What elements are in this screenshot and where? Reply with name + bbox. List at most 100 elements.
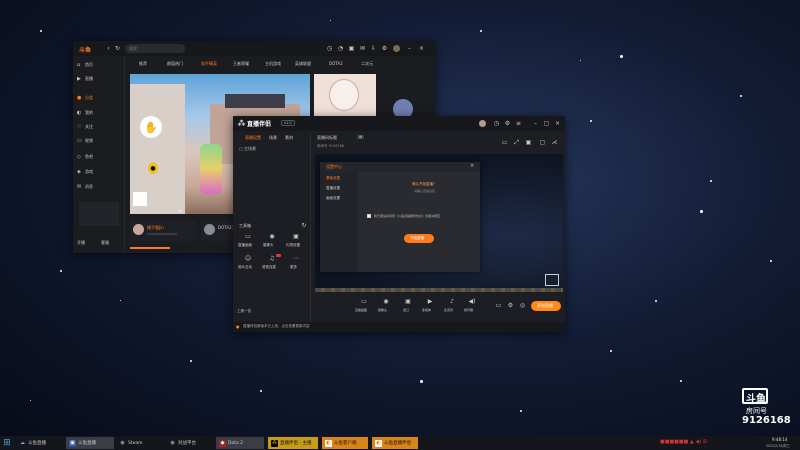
taskbar-app[interactable]: ☁ 斗鱼直播 — [16, 437, 62, 449]
tab[interactable]: 英雄联盟 — [295, 61, 311, 67]
menu-icon[interactable]: ≡ — [515, 120, 522, 127]
taskbar-app[interactable]: ◉ 对战平台 — [166, 437, 214, 449]
dialog-nav-item[interactable]: 基础设置 — [326, 176, 340, 181]
gear-icon[interactable]: ⚙ — [504, 120, 511, 127]
dialog-close-icon[interactable]: × — [470, 163, 474, 169]
back-icon[interactable]: ‹ — [105, 45, 112, 52]
gift-icon[interactable]: ▣ — [348, 45, 355, 52]
tab-active[interactable]: 和平精英 — [201, 61, 217, 67]
tool-item[interactable]: ⋯ 更多 — [285, 254, 307, 272]
bottom-controls: ▭ 直播画面 ◉ 摄像头 ▣ 窗口 ▶ 多媒体 ♪ 麦克风 ◀) 扬声器 ▭ ⚙ ◎ 开始直… — [313, 296, 563, 318]
dialog-nav-item[interactable]: 画面设置 — [326, 196, 340, 201]
avatar[interactable] — [393, 45, 400, 52]
room-title[interactable]: 直播间标题 — [317, 135, 337, 141]
minimize-icon[interactable]: – — [532, 120, 539, 127]
control-item[interactable]: ▣ 窗口 — [399, 298, 417, 316]
minimize-icon[interactable]: – — [406, 45, 413, 52]
tab[interactable]: 二次元 — [361, 61, 373, 67]
tab-scene[interactable]: 场景 — [269, 135, 277, 141]
live-companion-window: ⁂ 直播伴侣 v1.0 ◷ ⚙ ≡ – ▢ × 直播设置 场景 素材 ▢ 主场景… — [233, 116, 565, 332]
streamer-name: 橘子猫Jin — [147, 225, 164, 230]
history-icon[interactable]: ◷ — [326, 45, 333, 52]
notice-bar[interactable]: ● 直播伴侣新版本已上线，点击查看更新内容 — [233, 322, 565, 332]
agree-checkbox[interactable] — [367, 214, 371, 218]
refresh-icon[interactable]: ↻ — [301, 222, 307, 229]
tool-item[interactable]: ☺ 观众互动 — [237, 254, 259, 272]
screen-icon: ▭ — [361, 298, 367, 305]
streamer-card[interactable]: 橘子猫Jin — [130, 219, 196, 241]
close-icon[interactable]: × — [554, 120, 561, 127]
media-icon: ▶ — [427, 298, 433, 305]
control-item[interactable]: ▭ 直播画面 — [355, 298, 373, 316]
tray-icons[interactable]: ■■■■■■ ▲ ◀) ⊞ — [660, 439, 707, 445]
taskbar-app[interactable]: ▣ 斗鱼直播 — [66, 437, 114, 449]
tab[interactable]: 王者荣耀 — [233, 61, 249, 67]
popout-icon[interactable]: ▢ — [539, 139, 546, 146]
settings-icon[interactable]: ⚙ — [381, 45, 388, 52]
companion-icon: ⁂ — [271, 439, 278, 447]
tab[interactable]: 推荐 — [139, 61, 147, 67]
tool-item[interactable]: ♫ 语音连麦 — [261, 254, 283, 272]
start-live-button[interactable]: 开始直播 — [531, 301, 561, 311]
dialog-confirm-button[interactable]: 开始直播 — [404, 234, 434, 243]
user-icon: ◐ — [77, 110, 82, 116]
download-icon[interactable]: ⇩ — [370, 45, 377, 52]
close-icon[interactable]: × — [418, 45, 425, 52]
title-bar: 斗鱼 ‹ ↻ 搜索 ◷ ◔ ▣ ✉ ⇩ ⚙ – × — [73, 41, 435, 56]
taskbar-app[interactable]: ⁂ 直播伴侣 - 主播 — [268, 437, 318, 449]
sidebar: 首页 ⌂ 直播 ▶ 分类 ● 我的 ◐ 关注 ♡ 视频 ▭ 鱼吧 ◇ 游戏 ◈ 消息 ✉ 开播 客… — [73, 56, 125, 253]
minimize-icon[interactable]: ▣ — [525, 139, 532, 146]
camera-icon: ◉ — [269, 233, 275, 240]
anime-thumbnail[interactable] — [314, 74, 376, 116]
tab-source[interactable]: 素材 — [285, 135, 293, 141]
expand-icon[interactable]: ▭ — [501, 139, 508, 146]
refresh-icon[interactable]: ↻ — [114, 45, 121, 52]
control-item[interactable]: ◉ 摄像头 — [377, 298, 395, 316]
app-brand: 直播伴侣 — [247, 121, 272, 128]
tool-item[interactable]: ◉ 摄像头 — [261, 232, 283, 250]
maximize-icon[interactable]: ▢ — [543, 120, 550, 127]
dialog-nav-item[interactable]: 直播设置 — [326, 186, 340, 191]
scene-row[interactable]: ▢ 主场景 — [239, 146, 279, 152]
taskbar: ⊞ ☁ 斗鱼直播 ▣ 斗鱼直播 ◉ Steam ◉ 对战平台 ◆ Dota 2 ⁂ 直播伴侣… — [0, 436, 800, 450]
settings-icon[interactable]: ◎ — [519, 302, 526, 309]
notice-icon[interactable]: ◷ — [493, 120, 500, 127]
avatar[interactable] — [479, 120, 486, 127]
tool-item[interactable]: ▣ 礼物设置 — [285, 232, 307, 250]
live-icon: ▶ — [77, 76, 81, 82]
taskbar-app[interactable]: ◆ Dota 2 — [216, 437, 264, 449]
window-icon: ▣ — [405, 298, 411, 305]
app-logo-icon: ⁂ — [237, 119, 246, 128]
preview-strip — [315, 288, 563, 292]
control-item[interactable]: ◀) 扬声器 — [463, 298, 481, 316]
clock[interactable]: 9:48:14 2022/2/16/周三 — [766, 437, 798, 449]
tab[interactable]: 主机游戏 — [265, 61, 281, 67]
tool-item[interactable]: ▭ 直播画面 — [237, 232, 259, 250]
mic-icon: ♫ — [269, 255, 275, 262]
fullscreen-icon[interactable]: ⤢ — [513, 139, 520, 146]
control-item[interactable]: ♪ 麦克风 — [443, 298, 461, 316]
fish-icon: ◇ — [77, 154, 81, 160]
more-icon: ⋯ — [293, 255, 299, 262]
game-logo — [133, 192, 147, 206]
windows-start-icon[interactable]: ⊞ — [2, 438, 12, 448]
speaker-icon: ◀) — [468, 298, 476, 305]
taskbar-app[interactable]: ◐ 斗鱼客户端 — [322, 437, 368, 449]
record-icon[interactable]: ▭ — [495, 302, 502, 309]
douyu-icon: ◐ — [325, 439, 332, 447]
taskbar-app[interactable]: ◉ Steam — [116, 437, 164, 449]
tab[interactable]: DOTA2 — [329, 61, 343, 66]
bell-icon[interactable]: ◔ — [337, 45, 344, 52]
tab-live-settings[interactable]: 直播设置 — [245, 135, 261, 141]
taskbar-app[interactable]: ◐ 斗鱼直播伴侣 — [372, 437, 418, 449]
control-item[interactable]: ▶ 多媒体 — [421, 298, 439, 316]
douyu-watermark: 斗鱼 房间号 9126168 — [742, 388, 792, 434]
gear-icon[interactable]: ⚙ — [507, 302, 514, 309]
share-icon[interactable]: ⋌ — [551, 139, 558, 146]
tab[interactable]: 颜值热门 — [167, 61, 183, 67]
search-input[interactable]: 搜索 — [125, 44, 185, 53]
screen-icon: ▭ — [245, 233, 251, 240]
message-icon[interactable]: ✉ — [359, 45, 366, 52]
more-tools-label[interactable]: 工具一览 — [237, 309, 251, 314]
system-tray: ■■■■■■ ▲ ◀) ⊞ — [660, 438, 760, 448]
